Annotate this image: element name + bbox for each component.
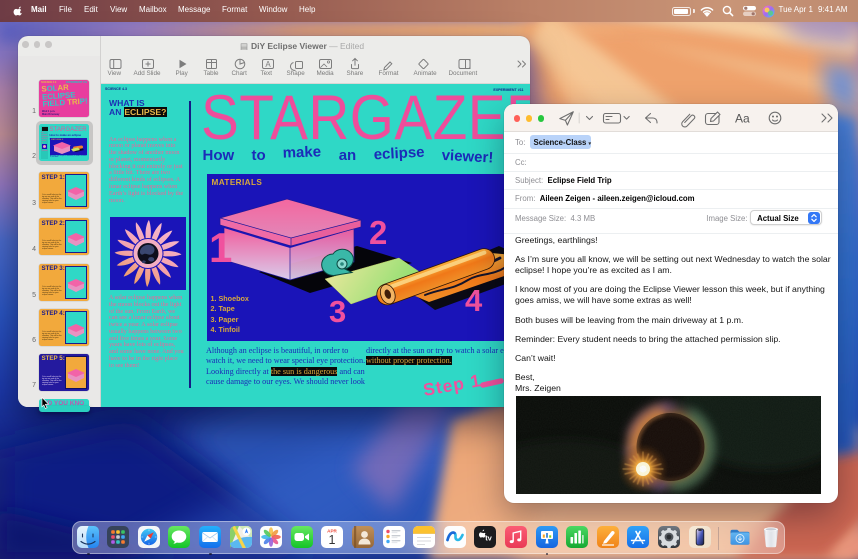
svg-text:4: 4 <box>465 283 483 318</box>
svg-text:2: 2 <box>369 214 387 251</box>
svg-text:1: 1 <box>329 533 336 547</box>
svg-text:3: 3 <box>329 294 346 329</box>
svg-text:A: A <box>265 60 271 69</box>
svg-text:Aa: Aa <box>735 112 750 126</box>
svg-text:1: 1 <box>209 224 232 271</box>
svg-text:tv: tv <box>485 533 492 542</box>
